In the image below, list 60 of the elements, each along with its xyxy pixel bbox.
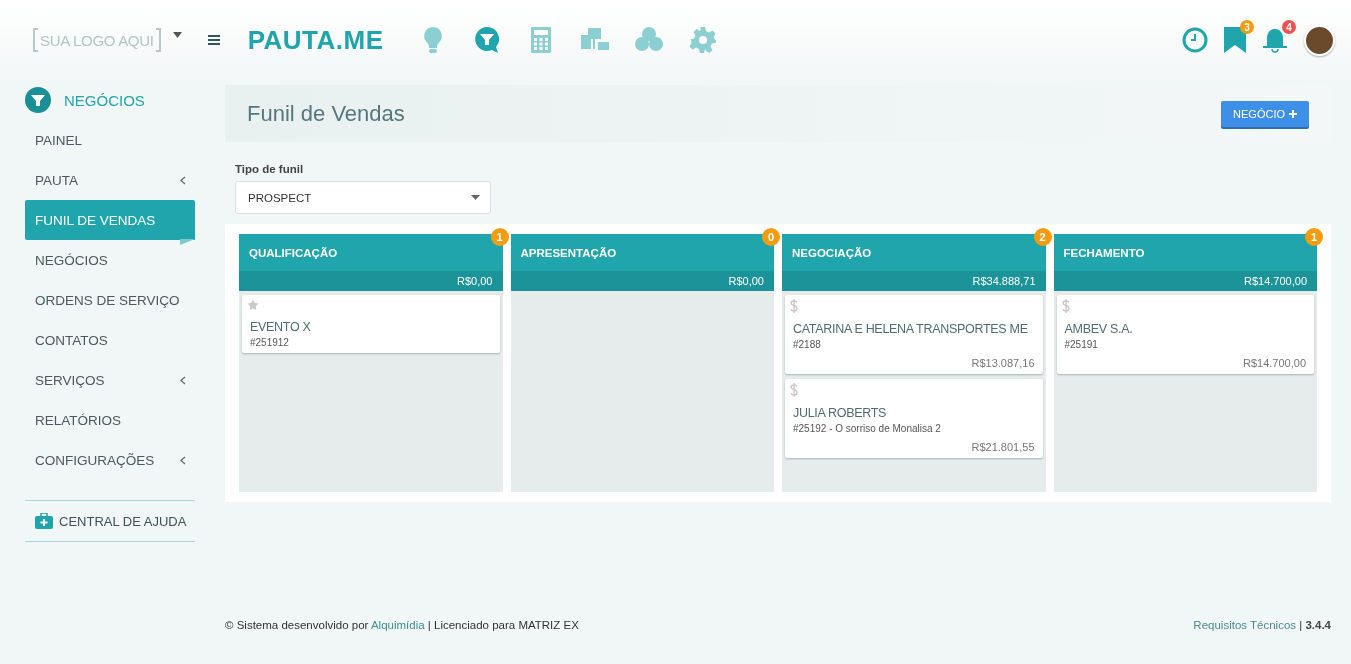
sidebar-item[interactable]: NEGÓCIOS	[25, 240, 195, 280]
dollar-icon	[790, 299, 798, 313]
first-aid-kit-icon	[35, 513, 53, 529]
ribbon-fold	[180, 239, 195, 245]
notification-badge: 4	[1282, 20, 1296, 34]
column-total: R$14.700,00	[1053, 271, 1317, 291]
help-link[interactable]: CENTRAL DE AJUDA	[25, 500, 195, 542]
bookmark-icon[interactable]	[1224, 27, 1246, 53]
column-total: R$0,00	[510, 271, 774, 291]
deal-reference: #251912	[250, 337, 289, 348]
deal-reference: #25192 - O sorriso de Monalisa 2	[793, 423, 941, 434]
plus-icon	[1289, 109, 1297, 118]
bracket-icon	[155, 28, 161, 52]
count-badge: 1	[490, 228, 509, 246]
sidebar-item[interactable]: RELATÓRIOS	[25, 400, 195, 440]
deal-title: EVENTO X	[250, 320, 311, 334]
deal-title: JULIA ROBERTS	[793, 406, 887, 420]
bracket-icon	[33, 28, 38, 52]
count-badge: 0	[762, 228, 780, 246]
sidebar-item[interactable]: ORDENS DE SERVIÇO	[25, 280, 195, 320]
deal-reference: #2188	[793, 339, 821, 350]
dollar-icon	[1061, 299, 1070, 313]
deal-value: R$13.087,16	[971, 357, 1035, 369]
deal-title: AMBEV S.A.	[1064, 322, 1133, 336]
caret-icon[interactable]	[172, 32, 182, 38]
settings-icon[interactable]	[687, 25, 718, 55]
page-title: Funil de Vendas	[247, 100, 405, 127]
sidebar-item[interactable]: SERVIÇOS	[25, 360, 195, 400]
deal-value: R$14.700,00	[1243, 357, 1306, 369]
bell-icon[interactable]	[1262, 27, 1288, 53]
sidebar-item[interactable]: CONTATOS	[25, 320, 195, 360]
deal-card[interactable]: AMBEV S.A. #25191 R$14.700,00	[1056, 295, 1314, 374]
deal-card[interactable]: JULIA ROBERTS #25192 - O sorriso de Monalisa 2 R$21.801,55	[785, 379, 1043, 458]
deal-card[interactable]: EVENTO X #251912	[242, 295, 500, 353]
developer-link[interactable]: Alquimídia	[370, 619, 425, 631]
sidebar-item[interactable]: PAINEL	[25, 120, 195, 160]
funnel-icon	[25, 87, 51, 113]
count-badge: 2	[1033, 228, 1052, 246]
count-badge: 1	[1305, 228, 1323, 246]
funnel-type-select[interactable]: PROSPECT	[235, 181, 491, 214]
deal-value: R$21.801,55	[971, 441, 1035, 453]
caret-icon	[471, 195, 480, 200]
version-info: Requisitos Técnicos | 3.4.4	[1193, 619, 1331, 633]
requirements-link[interactable]: Requisitos Técnicos	[1193, 619, 1297, 631]
footer-text: © Sistema desenvolvido por Alquimídia | Licenciado para MATRIZ EX	[225, 619, 579, 633]
column-total: R$0,00	[239, 271, 503, 291]
deal-title: CATARINA E HELENA TRANSPORTES ME	[793, 322, 1028, 336]
sidebar-item[interactable]: PAUTA	[25, 160, 195, 200]
section-title: NEGÓCIOS	[64, 91, 145, 109]
star-icon	[247, 299, 259, 311]
notification-badge: 3	[1240, 20, 1254, 34]
menu-icon[interactable]	[207, 35, 220, 45]
deal-card[interactable]: CATARINA E HELENA TRANSPORTES ME #2188 R$13.087,16	[785, 295, 1043, 374]
field-label: Tipo de funil	[235, 163, 305, 175]
sidebar-item[interactable]: CONFIGURAÇÕES	[25, 440, 195, 480]
column-total: R$34.888,71	[782, 271, 1046, 291]
clock-icon[interactable]	[1182, 27, 1208, 53]
deal-reference: #25191	[1064, 339, 1098, 350]
dollar-icon	[790, 383, 798, 397]
avatar[interactable]	[1304, 24, 1335, 56]
